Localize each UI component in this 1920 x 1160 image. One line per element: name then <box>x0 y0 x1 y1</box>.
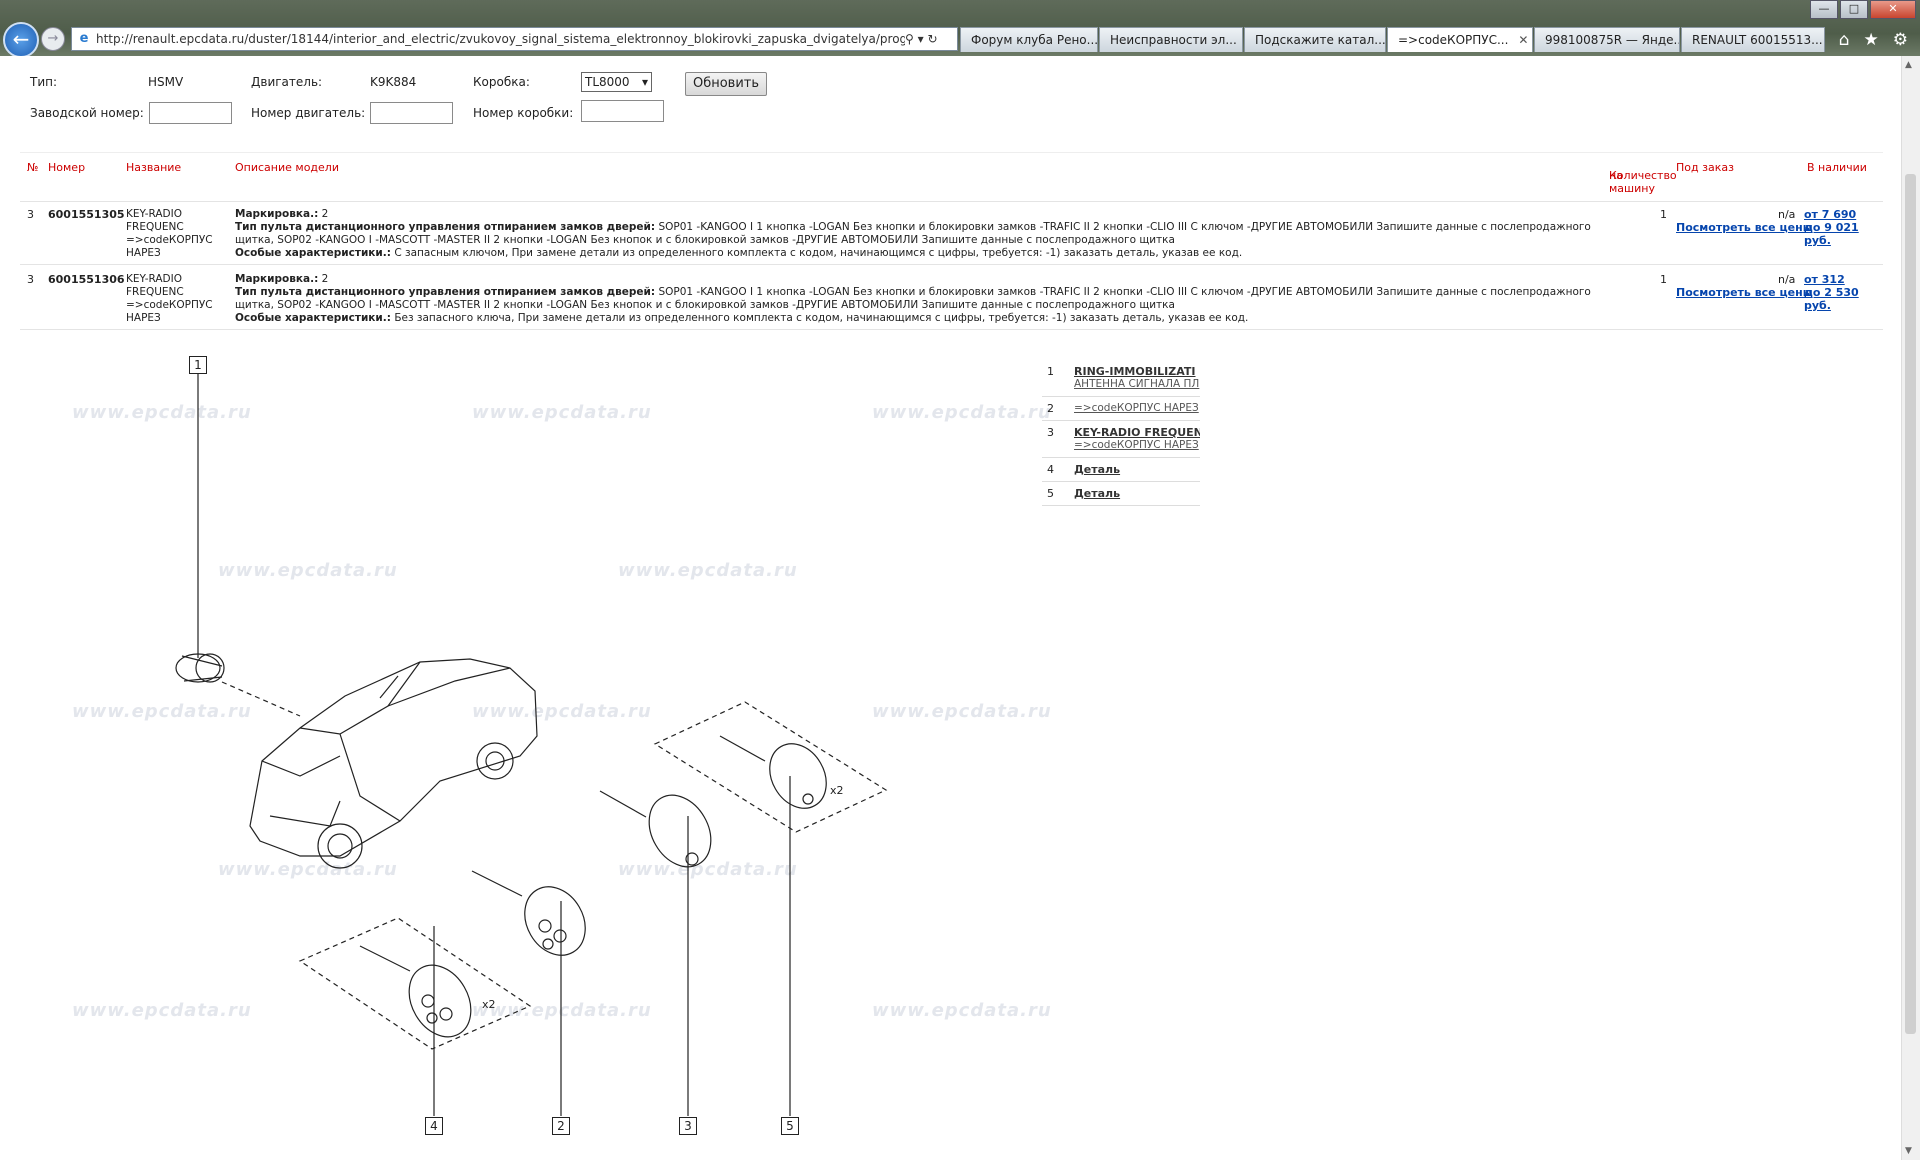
window-controls: — □ ✕ <box>1810 0 1916 19</box>
home-icon[interactable]: ⌂ <box>1839 30 1850 50</box>
address-url[interactable]: http://renault.epcdata.ru/duster/18144/i… <box>96 32 905 46</box>
callout-1[interactable]: 1 <box>189 356 207 374</box>
col-stock: В наличии <box>1807 161 1867 174</box>
key-4-part <box>359 945 472 1038</box>
settings-gear-icon[interactable]: ⚙ <box>1893 30 1908 50</box>
multiplier-label-5: x2 <box>830 784 844 797</box>
view-all-prices-link[interactable]: Посмотреть все цены <box>1676 286 1813 299</box>
ie-page-icon: e <box>79 31 89 46</box>
forward-button[interactable]: → <box>41 27 65 51</box>
legend-number: 1 <box>1047 365 1054 378</box>
legend-item[interactable]: 2 =>codeКОРПУС НАРЕЗ <box>1042 397 1200 421</box>
vertical-scrollbar[interactable]: ▲ ▼ <box>1901 56 1920 1160</box>
search-icon[interactable]: ⚲ <box>905 32 914 46</box>
tab-6[interactable]: RENAULT 60015513... <box>1681 27 1825 52</box>
row-order-na: n/a <box>1778 208 1796 221</box>
key-set-5-box <box>653 701 888 833</box>
legend-title[interactable]: RING-IMMOBILIZATI <box>1074 365 1200 378</box>
view-all-prices-link[interactable]: Посмотреть все цены <box>1676 221 1813 234</box>
row-quantity: 1 <box>1660 273 1667 286</box>
browser-icons: ⌂ ★ ⚙ <box>1839 30 1908 50</box>
scroll-up-icon[interactable]: ▲ <box>1905 60 1912 70</box>
key-5-part <box>719 735 827 809</box>
parts-legend: 1 RING-IMMOBILIZATI АНТЕННА СИГНАЛА ПЛ 2… <box>1042 360 1200 506</box>
tab-label: Неисправности эл... <box>1110 33 1237 47</box>
legend-number: 4 <box>1047 463 1054 476</box>
callout-2[interactable]: 2 <box>552 1117 570 1135</box>
tab-4-active[interactable]: =>codeКОРПУС... ✕ <box>1387 27 1533 52</box>
tab-label: 998100875R — Янде... <box>1545 33 1680 47</box>
legend-title[interactable]: KEY-RADIO FREQUENC <box>1074 426 1200 439</box>
close-button[interactable]: ✕ <box>1870 0 1916 19</box>
legend-subtitle[interactable]: =>codeКОРПУС НАРЕЗ <box>1074 439 1200 452</box>
tab-3[interactable]: Подскажите катал... <box>1244 27 1386 52</box>
scroll-down-icon[interactable]: ▼ <box>1905 1146 1912 1156</box>
maximize-button[interactable]: □ <box>1840 0 1868 19</box>
stock-to-link[interactable]: до 2 530 руб. <box>1804 286 1883 312</box>
tab-label: Подскажите катал... <box>1255 33 1386 47</box>
back-arrow-icon: ← <box>12 27 30 51</box>
page-content: Тип: HSMV Двигатель: K9K884 Коробка: TL8… <box>0 56 1902 1160</box>
tab-label: Форум клуба Рено... <box>971 33 1098 47</box>
key-2-part <box>471 870 586 956</box>
address-bar[interactable]: e http://renault.epcdata.ru/duster/18144… <box>71 27 958 51</box>
callout-4[interactable]: 4 <box>425 1117 443 1135</box>
legend-subtitle[interactable]: =>codeКОРПУС НАРЕЗ <box>1074 402 1200 415</box>
favorites-star-icon[interactable]: ★ <box>1864 30 1879 50</box>
tab-label: =>codeКОРПУС... <box>1398 33 1509 47</box>
back-button[interactable]: ← <box>3 22 39 58</box>
row-quantity: 1 <box>1660 208 1667 221</box>
legend-number: 3 <box>1047 426 1054 439</box>
scrollbar-thumb[interactable] <box>1905 174 1916 1034</box>
legend-title[interactable]: Деталь <box>1074 487 1200 500</box>
key-3-part <box>599 790 712 868</box>
car-duster-outline <box>249 658 538 869</box>
close-tab-icon[interactable]: ✕ <box>1518 28 1528 52</box>
legend-item[interactable]: 5 Деталь <box>1042 482 1200 506</box>
browser-toolbar: — □ ✕ ← → e http://renault.epcdata.ru/du… <box>0 0 1920 58</box>
col-order: Под заказ <box>1676 161 1734 174</box>
legend-item[interactable]: 3 KEY-RADIO FREQUENC =>codeКОРПУС НАРЕЗ <box>1042 421 1200 458</box>
forward-arrow-icon: → <box>47 31 59 46</box>
legend-item[interactable]: 1 RING-IMMOBILIZATI АНТЕННА СИГНАЛА ПЛ <box>1042 360 1200 397</box>
legend-number: 5 <box>1047 487 1054 500</box>
legend-item[interactable]: 4 Деталь <box>1042 458 1200 482</box>
tab-label: RENAULT 60015513... <box>1692 33 1823 47</box>
ring-immobilizer-part <box>175 653 225 683</box>
multiplier-label-4: x2 <box>482 998 496 1011</box>
row-order-na: n/a <box>1778 273 1796 286</box>
minimize-button[interactable]: — <box>1810 0 1838 19</box>
stock-from-link[interactable]: от 7 690 <box>1804 208 1856 221</box>
key-set-4-box <box>298 917 532 1050</box>
col-quantity-line2: на машину <box>1609 169 1655 195</box>
tab-2[interactable]: Неисправности эл... <box>1099 27 1243 52</box>
refresh-icon[interactable]: ↻ <box>927 32 937 46</box>
callout-5[interactable]: 5 <box>781 1117 799 1135</box>
tab-5[interactable]: 998100875R — Янде... <box>1534 27 1680 52</box>
callout-3[interactable]: 3 <box>679 1117 697 1135</box>
legend-subtitle[interactable]: АНТЕННА СИГНАЛА ПЛ <box>1074 378 1200 391</box>
address-tools[interactable]: ⚲ ▾ ↻ <box>905 32 957 46</box>
exploded-view-drawing: x2 x2 <box>175 372 888 1116</box>
stock-from-link[interactable]: от 312 <box>1804 273 1845 286</box>
legend-number: 2 <box>1047 402 1054 415</box>
tab-strip: Форум клуба Рено... Неисправности эл... … <box>960 27 1826 53</box>
tab-1[interactable]: Форум клуба Рено... <box>960 27 1098 52</box>
dashed-link <box>221 681 301 717</box>
legend-title[interactable]: Деталь <box>1074 463 1200 476</box>
stock-to-link[interactable]: до 9 021 руб. <box>1804 221 1883 247</box>
